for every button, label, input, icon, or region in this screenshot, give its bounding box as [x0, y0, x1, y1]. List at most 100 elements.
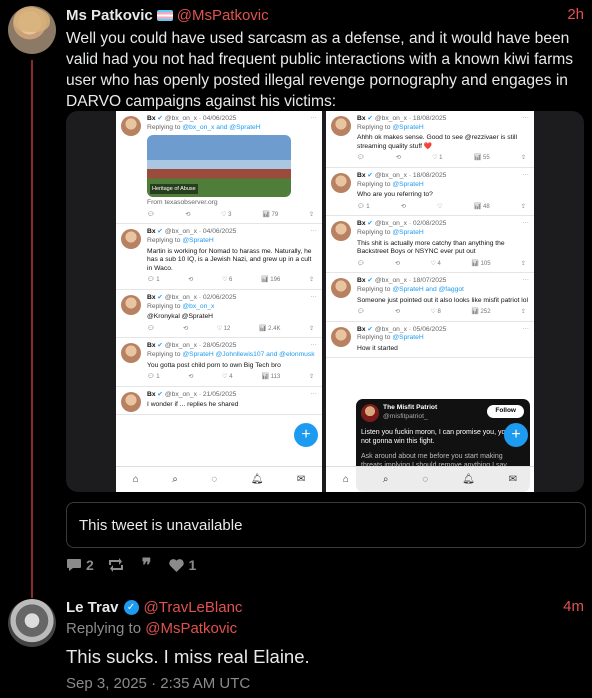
verified-check-icon: ✓	[123, 599, 139, 615]
compose-fab-icon: +	[294, 423, 318, 447]
views-icon: 📊︎ 196	[260, 277, 281, 284]
search-icon: ⌕	[172, 474, 178, 485]
screenshot-tweet: ··· Bx ✔ @bx_on_x · 21/05/2025 I wonder if…	[116, 387, 322, 415]
action-count: 79	[271, 211, 279, 218]
tweet-name: Bx	[357, 171, 366, 179]
grok-icon: ◌	[211, 474, 218, 485]
reply-mentions: @SprateH and @faggot	[392, 285, 464, 293]
tweet-actions: 💬︎ 1 ⟲ ♡ 📊︎ 48 ⇪	[357, 203, 530, 212]
comment-icon	[66, 558, 82, 572]
verified-check-icon: ✔	[157, 115, 164, 122]
avatar	[331, 221, 351, 242]
reply-icon: 💬︎	[357, 260, 365, 267]
tweet-meta: @bx_on_x · 02/08/2025	[374, 220, 447, 228]
username-link[interactable]: @MsPatkovic	[177, 7, 269, 24]
post-date[interactable]: Sep 3, 2025 · 2:35 AM UTC	[66, 675, 250, 692]
tweet-name: Bx	[147, 390, 156, 398]
action-count: 113	[270, 374, 281, 381]
reply-icon: 💬︎	[357, 309, 365, 316]
display-name[interactable]: Ms Patkovic	[66, 7, 153, 24]
replying-to: Replying to @MsPatkovic	[66, 620, 237, 637]
tweet-actions: 💬︎ ⟲ ♡ 8 📊︎ 252 ⇪	[357, 308, 530, 317]
more-icon: ···	[310, 341, 317, 349]
quote-unavailable[interactable]: This tweet is unavailable	[66, 502, 586, 548]
reply-mentions: @SprateH	[392, 180, 424, 188]
reply-mentions: @SprateH	[392, 334, 424, 342]
reply-mentions: @SprateH @Johnllewis107 and @elonmusk	[182, 350, 315, 358]
screenshot-tweet: ··· Bx ✔ @bx_on_x · 18/08/2025 Replying to…	[326, 111, 534, 168]
photo-caption: Heritage of Abuse	[150, 183, 198, 195]
retweet-icon	[108, 558, 124, 572]
tweet-name: Bx	[357, 220, 366, 228]
screenshot-tweet: ··· Bx ✔ @bx_on_x · 04/06/2025 Replying to…	[116, 224, 322, 290]
verified-check-icon: ✔	[157, 293, 164, 301]
reply-mentions: @SprateH	[392, 123, 424, 131]
avatar[interactable]	[8, 6, 56, 54]
like-icon: ♡ 1	[432, 155, 443, 162]
reply-count: 2	[86, 557, 94, 573]
action-count: 252	[480, 309, 491, 316]
views-icon: 📊︎ 113	[261, 374, 281, 381]
reply-icon: 💬︎ 1	[357, 203, 370, 210]
like-icon: ♡ 4	[222, 374, 233, 381]
mention-link[interactable]: @MsPatkovic	[145, 620, 237, 637]
more-icon: ···	[310, 114, 317, 121]
verified-check-icon: ✔	[157, 342, 164, 350]
tweet-reply-line: Replying to @SprateH	[357, 124, 530, 133]
screenshot-tweet: ··· Bx ✔ @bx_on_x · 02/08/2025 Replying to…	[326, 216, 534, 274]
replying-to-label: Replying to	[357, 334, 391, 342]
post-text: Well you could have used sarcasm as a de…	[66, 30, 574, 110]
views-icon: 📊︎ 55	[473, 155, 490, 162]
like-count: 1	[188, 557, 197, 573]
share-icon: ⇪	[520, 260, 526, 267]
card-text: Listen you fuckin moron, I can promise y…	[361, 429, 517, 445]
thread-line	[31, 60, 33, 598]
username-link[interactable]: @TravLeBlanc	[144, 599, 243, 616]
screenshot-left: ··· Bx ✔ @bx_on_x · 04/06/2025 Replying to…	[116, 111, 322, 492]
tweet-actions: 💬︎ ⟲ ♡ 12 📊︎ 2.4K ⇪	[147, 325, 318, 334]
tweet-meta: @bx_on_x · 05/06/2025	[374, 325, 447, 333]
reply-icon: 💬︎ 1	[147, 374, 160, 381]
verified-check-icon: ✔	[157, 228, 164, 236]
like-icon: ♡ 4	[430, 260, 441, 267]
retweet-icon: ⟲	[188, 374, 194, 381]
like-stat[interactable]: 1	[169, 557, 196, 573]
retweet-icon: ⟲	[395, 155, 401, 162]
share-icon: ⇪	[308, 277, 314, 284]
more-icon: ···	[522, 219, 529, 227]
more-icon: ···	[522, 170, 529, 178]
attached-image[interactable]: ··· Bx ✔ @bx_on_x · 04/06/2025 Replying to…	[66, 111, 584, 492]
home-icon: ⌂	[342, 474, 349, 485]
reply-stat[interactable]: 2	[66, 557, 94, 573]
verified-check-icon: ✔	[367, 115, 374, 122]
tweet-meta: @bx_on_x · 02/06/2025	[164, 293, 237, 301]
quote-icon: ❞	[141, 555, 152, 575]
more-icon: ···	[310, 389, 317, 397]
screenshot-tweet: ··· Bx ✔ @bx_on_x · 05/06/2025 Replying to…	[326, 322, 534, 359]
screenshot-tweet: ··· Bx ✔ @bx_on_x · 02/06/2025 Replying to…	[116, 290, 322, 339]
tweet-name: Bx	[147, 293, 156, 301]
replying-to-label: Replying to	[147, 236, 181, 244]
avatar[interactable]	[8, 599, 56, 647]
display-name[interactable]: Le Trav	[66, 599, 119, 616]
share-icon: ⇪	[520, 309, 526, 316]
post-time-link[interactable]: 4m	[563, 598, 584, 615]
retweet-icon: ⟲	[400, 203, 406, 210]
action-count: 1	[439, 155, 443, 162]
bell-icon: 🔔︎	[250, 474, 264, 485]
avatar	[331, 116, 351, 136]
avatar	[331, 172, 351, 193]
quote-stat[interactable]: ❞	[141, 555, 156, 575]
avatar	[121, 391, 141, 412]
tweet-text: I wonder if ... replies he shared	[147, 401, 239, 409]
replying-to-label: Replying to	[147, 302, 181, 310]
retweet-icon: ⟲	[188, 277, 194, 284]
post-time-link[interactable]: 2h	[567, 6, 584, 23]
retweet-stat[interactable]	[108, 558, 128, 572]
transgender-flag-icon	[156, 9, 173, 21]
screenshot-right: ··· Bx ✔ @bx_on_x · 18/08/2025 Replying to…	[326, 111, 534, 492]
heart-icon	[169, 558, 185, 572]
replying-to-label: Replying to	[147, 350, 181, 358]
tweet-meta: @bx_on_x · 04/06/2025	[164, 228, 237, 236]
screenshot-tweet: ··· Bx ✔ @bx_on_x · 04/06/2025 Replying to…	[116, 111, 322, 225]
